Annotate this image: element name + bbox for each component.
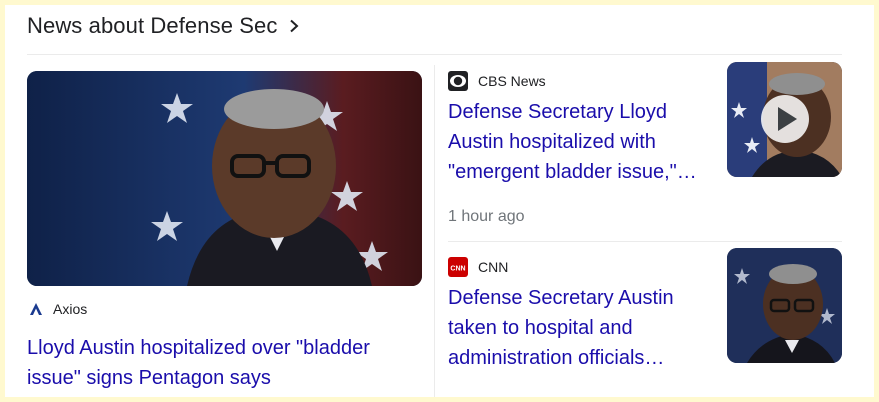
section-title: News about Defense Sec [27, 13, 278, 38]
article-photo [727, 62, 842, 177]
column-divider [434, 65, 435, 397]
news-panel: News about Defense Sec Axios Lloyd Austi… [5, 5, 874, 397]
axios-logo-icon [30, 303, 42, 315]
article-thumbnail[interactable] [727, 248, 842, 363]
article-timestamp: 1 hour ago [448, 208, 525, 225]
chevron-right-icon [290, 19, 299, 33]
article-image[interactable] [27, 71, 422, 286]
article-source: CNN CNN [448, 257, 508, 277]
article-headline[interactable]: Lloyd Austin hospitalized over "bladder … [27, 333, 417, 393]
row-divider [448, 241, 842, 242]
article-headline[interactable]: Defense Secretary Lloyd Austin hospitali… [448, 97, 710, 187]
source-name: CBS News [478, 73, 546, 89]
news-card-axios[interactable]: Axios Lloyd Austin hospitalized over "bl… [27, 71, 422, 397]
header-divider [27, 54, 842, 55]
source-name: CNN [478, 259, 509, 275]
article-photo [27, 71, 422, 286]
article-headline[interactable]: Defense Secretary Austin taken to hospit… [448, 283, 710, 373]
article-thumbnail[interactable] [727, 62, 842, 177]
article-source: CBS News [448, 71, 546, 91]
svg-text:CNN: CNN [450, 266, 465, 273]
source-name: Axios [53, 301, 88, 317]
article-photo [727, 248, 842, 363]
cbs-eye-logo-icon [448, 71, 468, 91]
section-header[interactable]: News about Defense Sec [27, 9, 301, 43]
article-source: Axios [29, 301, 87, 317]
cnn-logo-icon: CNN [448, 257, 468, 277]
